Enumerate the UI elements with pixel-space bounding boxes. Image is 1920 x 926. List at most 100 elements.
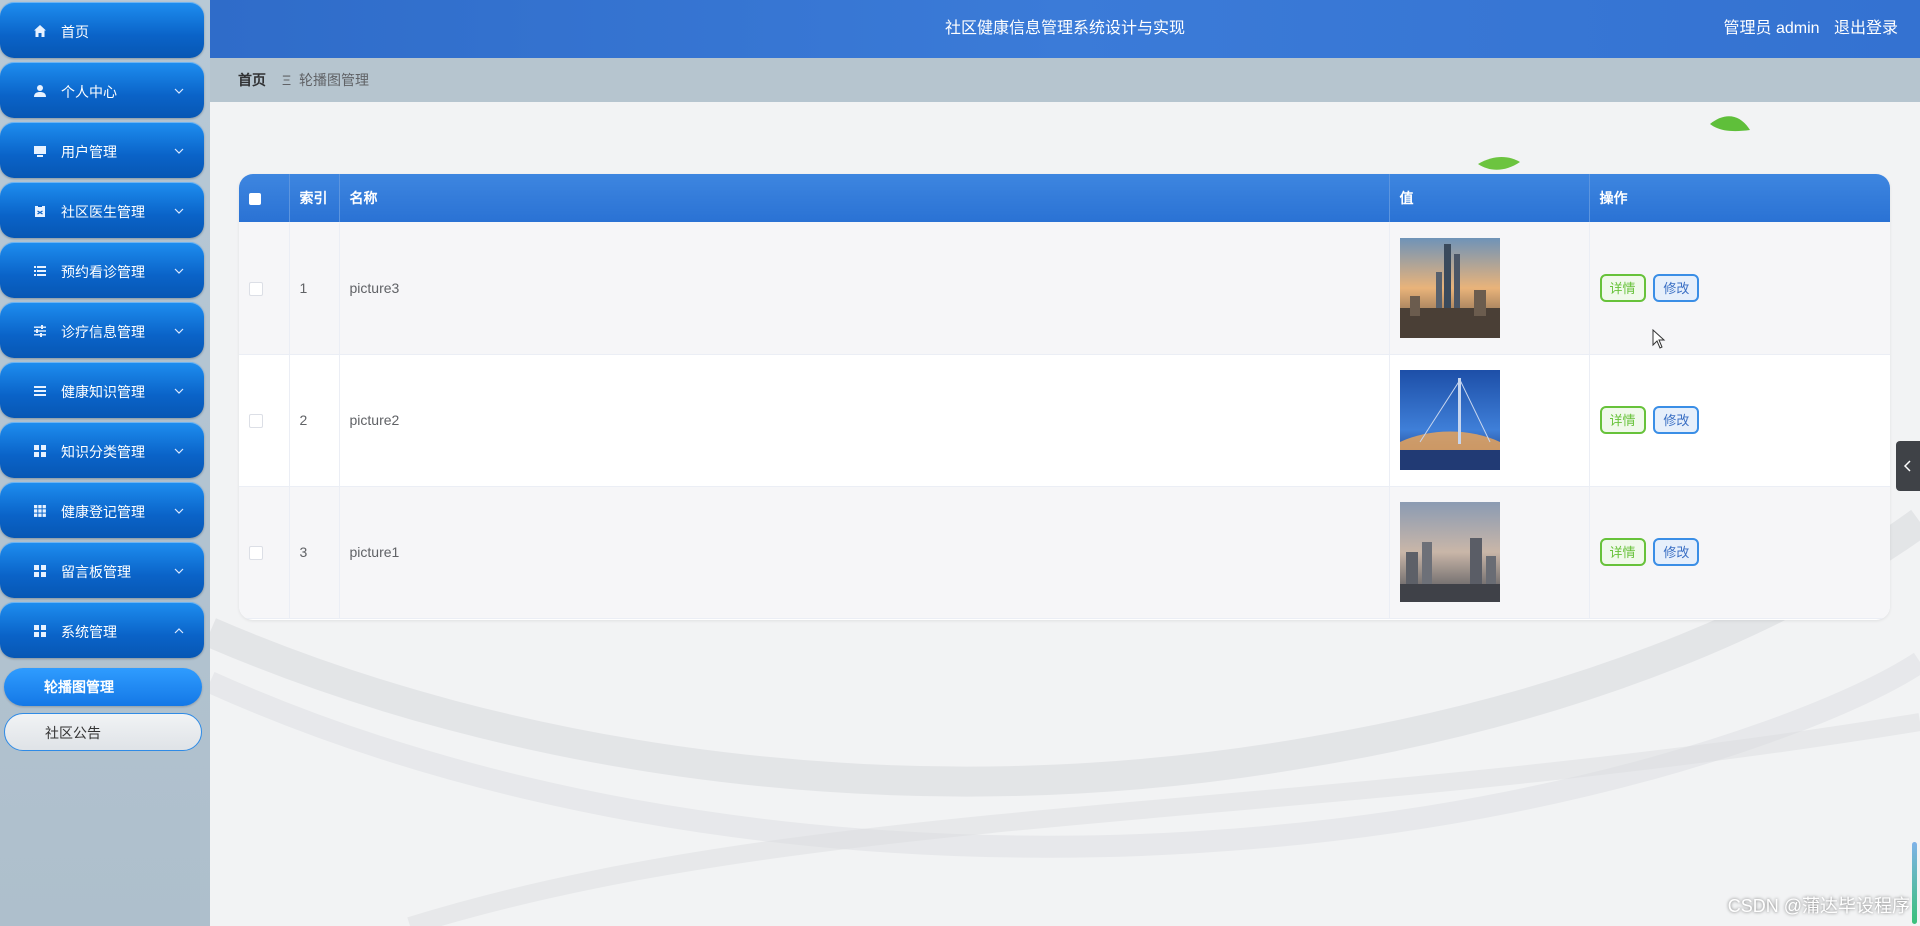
chevron-down-icon [174,328,184,334]
scroll-indicator [1912,842,1917,924]
table-row: 3 picture1 详情 修改 [239,486,1890,619]
main-content: 索引 名称 值 操作 1 picture3 详情 修改 2 picture2 详… [210,102,1920,926]
chevron-down-icon [174,508,184,514]
chevron-up-icon [174,628,184,634]
clipboard-icon [35,205,45,217]
row-index: 3 [289,486,340,619]
edit-button[interactable]: 修改 [1653,273,1700,302]
sidebar-item-label: 健康知识管理 [61,384,145,400]
carousel-image-thumbnail[interactable] [1399,502,1500,602]
menu-icon [34,386,46,396]
column-header-actions: 操作 [1589,174,1890,222]
column-header-index: 索引 [289,174,340,222]
sidebar-item-health-registration-management[interactable]: 健康登记管理 [0,482,204,538]
carousel-image-thumbnail[interactable] [1399,237,1500,338]
detail-button[interactable]: 详情 [1599,273,1646,302]
sidebar-item-label: 留言板管理 [61,564,131,580]
sidebar-item-label: 社区医生管理 [61,204,145,220]
row-select-cell [239,222,290,355]
row-name: picture1 [339,486,1390,619]
edit-button[interactable]: 修改 [1653,406,1700,434]
chevron-down-icon [174,448,184,454]
sidebar-item-label: 诊疗信息管理 [61,324,145,340]
select-all-checkbox[interactable] [249,193,261,206]
side-panel-toggle[interactable] [1896,441,1920,491]
row-value-cell [1389,222,1590,355]
row-value-cell [1389,354,1590,487]
chevron-down-icon [174,568,184,574]
breadcrumb-home[interactable]: 首页 [238,58,266,102]
mouse-cursor-icon [1652,329,1666,349]
table-icon [34,505,46,517]
chevron-down-icon [174,268,184,274]
sidebar-item-category-management[interactable]: 知识分类管理 [0,422,204,478]
detail-button[interactable]: 详情 [1599,406,1646,434]
edit-button[interactable]: 修改 [1653,538,1700,566]
sidebar-item-label: 知识分类管理 [61,444,145,460]
chevron-left-icon [1903,460,1911,472]
chevron-down-icon [174,388,184,394]
submenu-item-carousel-management[interactable]: 轮播图管理 [4,668,202,706]
home-icon [34,25,46,37]
submenu-item-community-notice[interactable]: 社区公告 [4,713,202,751]
grid-icon [34,565,46,577]
breadcrumb-current: 轮播图管理 [299,72,369,88]
current-user: 管理员 admin [1723,20,1820,37]
breadcrumb-separator: Ξ [282,72,292,88]
row-name: picture3 [339,222,1390,355]
sidebar-item-appointment-management[interactable]: 预约看诊管理 [0,242,204,298]
column-header-name: 名称 [339,174,1390,222]
sidebar-item-label: 用户管理 [61,144,117,160]
table-header-row: 索引 名称 值 操作 [239,174,1890,222]
sliders-icon [34,325,46,337]
list-icon [34,266,46,276]
app-title: 社区健康信息管理系统设计与实现 [944,20,1185,37]
submenu-item-label: 社区公告 [45,725,101,741]
row-actions-cell: 详情 修改 [1589,222,1890,355]
header-user-area: 管理员 admin 退出登录 [1724,0,1899,58]
sidebar-item-label: 系统管理 [61,624,117,640]
sidebar-item-diagnosis-management[interactable]: 诊疗信息管理 [0,302,204,358]
row-value-cell [1389,486,1590,619]
user-icon [34,85,46,97]
row-actions-cell: 详情 修改 [1589,486,1890,619]
sidebar-item-doctor-management[interactable]: 社区医生管理 [0,182,204,238]
row-name: picture2 [339,354,1390,487]
logout-link[interactable]: 退出登录 [1834,20,1898,37]
grid-icon [34,445,46,457]
sidebar-item-label: 首页 [61,24,89,40]
row-checkbox[interactable] [249,414,263,429]
row-checkbox[interactable] [249,281,263,296]
sidebar-item-label: 预约看诊管理 [61,264,145,280]
sidebar-item-personal-center[interactable]: 个人中心 [0,62,204,118]
sidebar-item-message-board-management[interactable]: 留言板管理 [0,542,204,598]
top-header: 社区健康信息管理系统设计与实现 管理员 admin 退出登录 [210,0,1920,58]
row-index: 1 [289,222,340,355]
sidebar-item-health-knowledge-management[interactable]: 健康知识管理 [0,362,204,418]
chevron-down-icon [174,208,184,214]
column-header-value: 值 [1389,174,1590,222]
row-checkbox[interactable] [249,546,263,561]
watermark-text: CSDN @蒲达毕设程序 [1727,896,1910,916]
sidebar-item-system-management[interactable]: 系统管理 [0,602,204,658]
table-row: 2 picture2 详情 修改 [239,354,1890,487]
grid-icon [34,625,46,637]
sidebar-item-label: 健康登记管理 [61,504,145,520]
row-actions-cell: 详情 修改 [1589,354,1890,487]
row-select-cell [239,486,290,619]
chevron-down-icon [174,148,184,154]
table-row: 1 picture3 详情 修改 [239,222,1890,355]
carousel-image-thumbnail[interactable] [1399,370,1500,470]
submenu-item-label: 轮播图管理 [44,679,114,695]
detail-button[interactable]: 详情 [1599,538,1646,566]
carousel-table: 索引 名称 值 操作 1 picture3 详情 修改 2 picture2 详… [239,174,1890,620]
sidebar-item-label: 个人中心 [61,84,117,100]
sidebar-item-user-management[interactable]: 用户管理 [0,122,204,178]
chevron-down-icon [174,88,184,94]
row-index: 2 [289,354,340,487]
monitor-icon [34,146,46,157]
sidebar-item-home[interactable]: 首页 [0,2,204,58]
sidebar: 首页 个人中心 用户管理 社区医生管理 预约看诊管理 诊疗信息管理 健康知识管理… [0,0,210,926]
select-all-cell [239,174,290,222]
breadcrumb: 首页 Ξ 轮播图管理 [210,58,1920,102]
